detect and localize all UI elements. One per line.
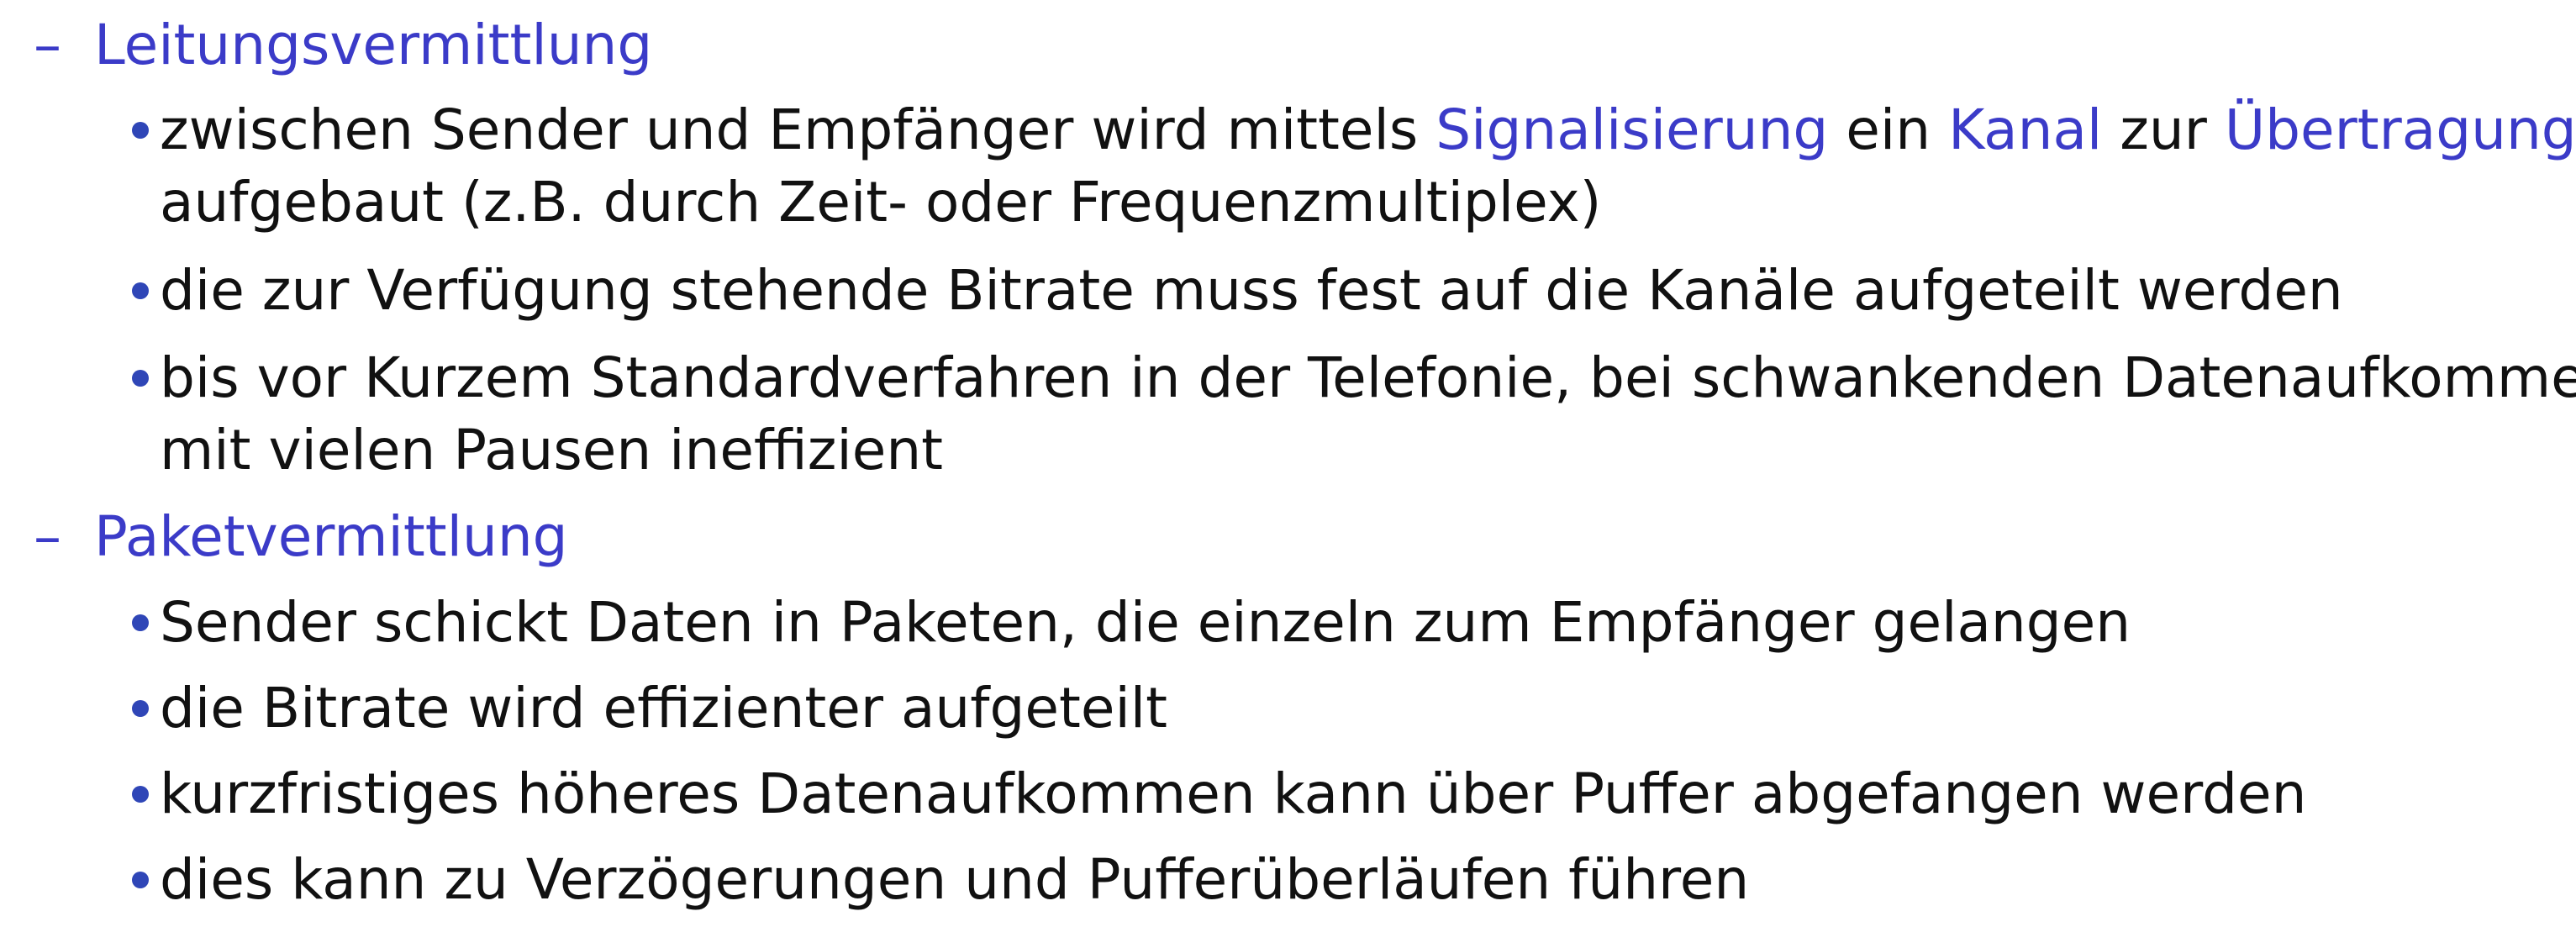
bullet-dot-icon [132, 872, 149, 888]
bullet-text: ein [1828, 97, 1949, 162]
section-heading-leitungsvermittlung: – Leitungsvermittlung [34, 8, 652, 82]
bullet-text: Sender schickt Daten in Paketen, die ein… [160, 590, 2131, 655]
bullet-dot-icon [132, 700, 149, 717]
bullet-dot-icon [132, 370, 149, 387]
highlight-term: Signalisierung [1436, 97, 1829, 162]
bullet-text-continuation: mit vielen Pausen ineffizient [160, 418, 944, 482]
bullet-item: die Bitrate wird effizienter aufgeteilt [132, 672, 2568, 745]
bullet-dot-icon [132, 282, 149, 299]
bullet-text: bis vor Kurzem Standardverfahren in der … [160, 345, 2576, 410]
bullet-item: bis vor Kurzem Standardverfahren in der … [132, 342, 2576, 487]
bullet-text: dies kann zu Verzögerungen und Pufferübe… [160, 847, 1750, 912]
bullet-text: zur [2102, 97, 2225, 162]
section-dash: – [34, 13, 61, 77]
section-dash: – [34, 504, 61, 569]
bullet-dot-icon [132, 786, 149, 803]
slide-content: – Leitungsvermittlung zwischen Sender und… [0, 0, 2576, 943]
highlight-term: Kanal [1948, 97, 2103, 162]
bullet-item: dies kann zu Verzögerungen und Pufferübe… [132, 844, 2568, 916]
bullet-dot-icon [132, 614, 149, 631]
bullet-dot-icon [132, 122, 149, 139]
section-title: Leitungsvermittlung [94, 13, 653, 77]
bullet-item: die zur Verfügung stehende Bitrate muss … [132, 255, 2568, 327]
bullet-text-continuation: aufgebaut (z.B. durch Zeit- oder Frequen… [160, 170, 1602, 234]
bullet-item: zwischen Sender und Empfänger wird mitte… [132, 94, 2576, 239]
bullet-item: kurzfristiges höheres Datenaufkommen kan… [132, 758, 2568, 830]
bullet-text: zwischen Sender und Empfänger wird mitte… [160, 97, 1436, 162]
bullet-text: die Bitrate wird effizienter aufgeteilt [160, 676, 1167, 740]
section-title: Paketvermittlung [94, 504, 568, 569]
highlight-term: Übertragung [2224, 97, 2576, 162]
bullet-text: kurzfristiges höheres Datenaufkommen kan… [160, 761, 2307, 826]
bullet-text: die zur Verfügung stehende Bitrate muss … [160, 258, 2343, 323]
section-heading-paketvermittlung: – Paketvermittlung [34, 500, 568, 574]
bullet-item: Sender schickt Daten in Paketen, die ein… [132, 587, 2568, 659]
